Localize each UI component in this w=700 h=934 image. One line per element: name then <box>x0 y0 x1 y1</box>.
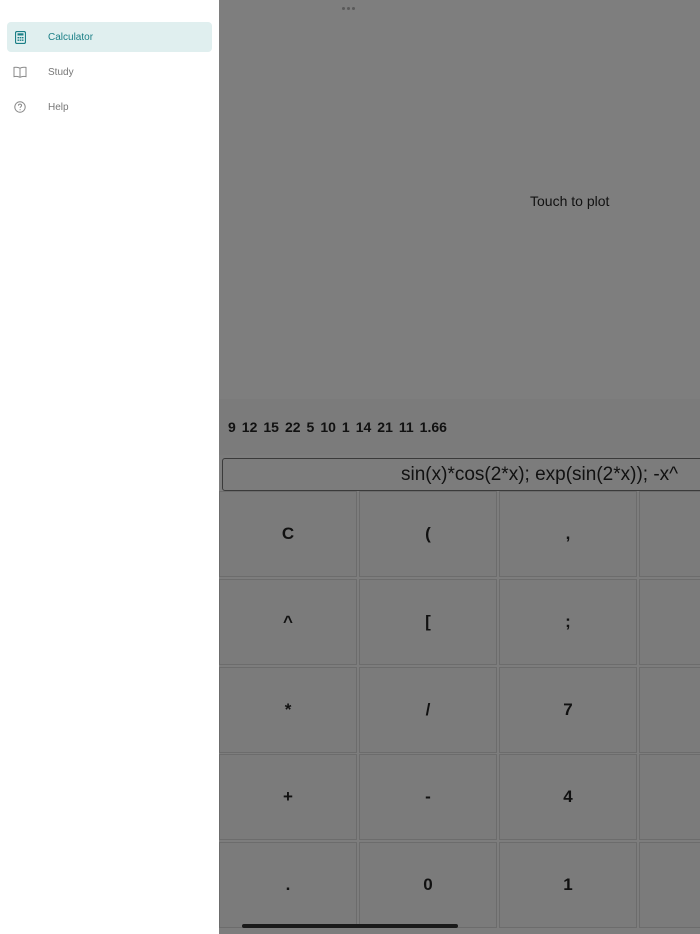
sidebar-item-label: Help <box>48 101 69 113</box>
calculator-main: Touch to plot 9 12 15 22 5 10 1 14 21 11… <box>219 0 700 934</box>
more-options-icon[interactable] <box>342 7 355 10</box>
key-plus[interactable]: + <box>219 754 357 840</box>
history-number[interactable]: 11 <box>396 419 417 435</box>
plot-area[interactable]: Touch to plot <box>219 0 700 399</box>
expression-text: sin(x)*cos(2*x); exp(sin(2*x)); -x^ <box>401 464 679 485</box>
key-divide[interactable]: / <box>359 667 497 753</box>
key-decimal[interactable]: . <box>219 842 357 928</box>
history-number[interactable]: 1.66 <box>417 419 450 435</box>
plot-hint: Touch to plot <box>530 193 610 209</box>
book-icon <box>13 65 27 79</box>
calculator-icon <box>13 30 27 44</box>
key-caret[interactable]: ^ <box>219 579 357 665</box>
history-number[interactable]: 22 <box>282 419 304 435</box>
key-semicolon[interactable]: ; <box>499 579 637 665</box>
key-0[interactable]: 0 <box>359 842 497 928</box>
sidebar-item-calculator[interactable]: Calculator <box>7 22 212 52</box>
key-partial[interactable] <box>639 754 700 840</box>
app-window: Calculator Study Help Touch to plot 9 12… <box>0 0 700 934</box>
key-partial[interactable] <box>639 667 700 753</box>
home-indicator <box>242 924 458 928</box>
history-number[interactable]: 21 <box>374 419 396 435</box>
sidebar-item-study[interactable]: Study <box>7 57 212 87</box>
sidebar-item-help[interactable]: Help <box>7 92 212 122</box>
key-open-paren[interactable]: ( <box>359 491 497 577</box>
history-number[interactable]: 10 <box>317 419 339 435</box>
key-minus[interactable]: - <box>359 754 497 840</box>
history-number[interactable]: 14 <box>353 419 375 435</box>
key-partial[interactable] <box>639 491 700 577</box>
key-1[interactable]: 1 <box>499 842 637 928</box>
sidebar: Calculator Study Help <box>0 0 219 934</box>
key-multiply[interactable]: * <box>219 667 357 753</box>
history-number[interactable]: 12 <box>239 419 261 435</box>
key-clear[interactable]: C <box>219 491 357 577</box>
keypad: C ( , ^ [ ; * / 7 + - 4 . 0 1 <box>219 491 700 934</box>
key-7[interactable]: 7 <box>499 667 637 753</box>
key-partial[interactable] <box>639 579 700 665</box>
history-number[interactable]: 15 <box>260 419 282 435</box>
key-comma[interactable]: , <box>499 491 637 577</box>
sidebar-item-label: Calculator <box>48 31 94 43</box>
history-number[interactable]: 5 <box>304 419 318 435</box>
sidebar-item-label: Study <box>48 66 74 78</box>
expression-input[interactable]: sin(x)*cos(2*x); exp(sin(2*x)); -x^ <box>222 458 700 491</box>
history-number[interactable]: 1 <box>339 419 353 435</box>
key-open-bracket[interactable]: [ <box>359 579 497 665</box>
history-number[interactable]: 9 <box>225 419 239 435</box>
question-circle-icon <box>13 100 27 114</box>
key-partial[interactable] <box>639 842 700 928</box>
number-history-row: 9 12 15 22 5 10 1 14 21 11 1.66 <box>219 399 700 455</box>
key-4[interactable]: 4 <box>499 754 637 840</box>
